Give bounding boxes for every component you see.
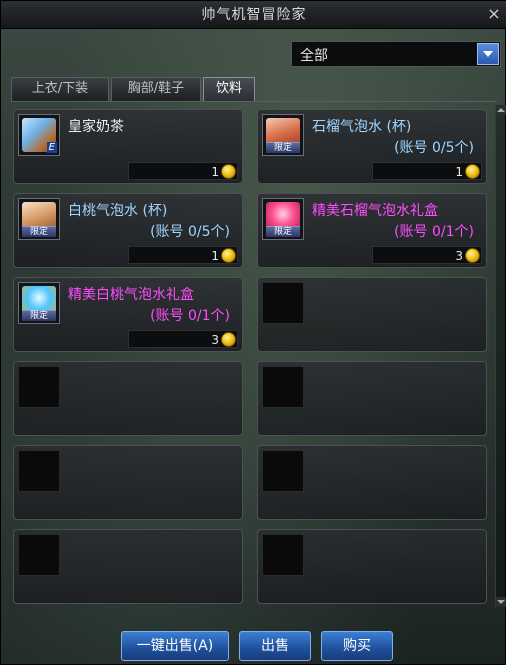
item-name: 白桃气泡水 (杯) xyxy=(68,203,168,219)
empty-slot xyxy=(13,529,243,604)
empty-icon-placeholder xyxy=(18,534,60,576)
category-filter-dropdown[interactable]: 全部 xyxy=(291,41,501,67)
limited-badge: 限定 xyxy=(22,310,56,321)
empty-slot xyxy=(257,361,487,436)
tab-drinks[interactable]: 饮料 xyxy=(203,77,255,102)
item-slot-pomegranate-soda[interactable]: 限定 石榴气泡水 (杯) (账号 0/5个) 1 xyxy=(257,109,487,184)
price-field: 3 xyxy=(372,246,482,264)
empty-icon-placeholder xyxy=(262,450,304,492)
account-limit: (账号 0/1个) xyxy=(150,308,230,324)
chevron-down-icon[interactable] xyxy=(477,43,499,65)
coin-icon xyxy=(221,164,236,179)
gift-box-icon: 限定 xyxy=(262,198,304,240)
empty-icon-placeholder xyxy=(262,282,304,324)
milk-tea-icon: E xyxy=(18,114,60,156)
item-name: 皇家奶茶 xyxy=(68,119,124,135)
scroll-up-icon[interactable] xyxy=(496,105,506,115)
peach-soda-icon: 限定 xyxy=(18,198,60,240)
price-value: 3 xyxy=(211,333,219,347)
price-field: 3 xyxy=(128,330,238,348)
tab-chest-shoes[interactable]: 胸部/鞋子 xyxy=(111,77,201,101)
coin-icon xyxy=(465,248,480,263)
empty-slot xyxy=(257,277,487,352)
quick-sell-button[interactable]: 一键出售(A) xyxy=(121,631,229,661)
price-value: 3 xyxy=(455,249,463,263)
empty-slot xyxy=(13,361,243,436)
empty-icon-placeholder xyxy=(18,366,60,408)
price-value: 1 xyxy=(211,165,219,179)
item-name: 精美石榴气泡水礼盒 xyxy=(312,203,438,219)
tab-tops-bottoms[interactable]: 上衣/下装 xyxy=(11,77,109,101)
filter-selected-value: 全部 xyxy=(300,48,328,64)
limited-badge: 限定 xyxy=(266,226,300,237)
sell-button[interactable]: 出售 xyxy=(239,631,311,661)
item-slot-pomegranate-gift-box[interactable]: 限定 精美石榴气泡水礼盒 (账号 0/1个) 3 xyxy=(257,193,487,268)
price-field: 1 xyxy=(372,162,482,180)
account-limit: (账号 0/5个) xyxy=(150,224,230,240)
item-name: 精美白桃气泡水礼盒 xyxy=(68,287,194,303)
price-field: 1 xyxy=(128,246,238,264)
coin-icon xyxy=(221,248,236,263)
limited-badge: 限定 xyxy=(266,142,300,153)
item-slot-peach-soda[interactable]: 限定 白桃气泡水 (杯) (账号 0/5个) 1 xyxy=(13,193,243,268)
empty-icon-placeholder xyxy=(262,366,304,408)
scrollbar[interactable] xyxy=(495,105,506,607)
window-title: 帅气机智冒险家 xyxy=(201,7,307,23)
shop-window: 帅气机智冒险家 × 全部 上衣/下装 胸部/鞋子 饮料 E 皇家奶茶 1 限定 … xyxy=(0,0,506,665)
account-limit: (账号 0/1个) xyxy=(394,224,474,240)
price-field: 1 xyxy=(128,162,238,180)
item-name: 石榴气泡水 (杯) xyxy=(312,119,412,135)
tab-divider xyxy=(11,101,497,102)
title-bar[interactable]: 帅气机智冒险家 × xyxy=(1,1,506,29)
close-icon[interactable]: × xyxy=(485,5,503,23)
empty-icon-placeholder xyxy=(18,450,60,492)
price-value: 1 xyxy=(211,249,219,263)
empty-slot xyxy=(13,445,243,520)
limited-badge: 限定 xyxy=(22,226,56,237)
coin-icon xyxy=(221,332,236,347)
coin-icon xyxy=(465,164,480,179)
item-slot-royal-milk-tea[interactable]: E 皇家奶茶 1 xyxy=(13,109,243,184)
price-value: 1 xyxy=(455,165,463,179)
scroll-down-icon[interactable] xyxy=(496,597,506,607)
empty-slot xyxy=(257,529,487,604)
item-slot-peach-gift-box[interactable]: 限定 精美白桃气泡水礼盒 (账号 0/1个) 3 xyxy=(13,277,243,352)
gift-box-icon: 限定 xyxy=(18,282,60,324)
e-badge: E xyxy=(46,142,57,153)
account-limit: (账号 0/5个) xyxy=(394,140,474,156)
empty-slot xyxy=(257,445,487,520)
pomegranate-soda-icon: 限定 xyxy=(262,114,304,156)
buy-button[interactable]: 购买 xyxy=(321,631,393,661)
empty-icon-placeholder xyxy=(262,534,304,576)
